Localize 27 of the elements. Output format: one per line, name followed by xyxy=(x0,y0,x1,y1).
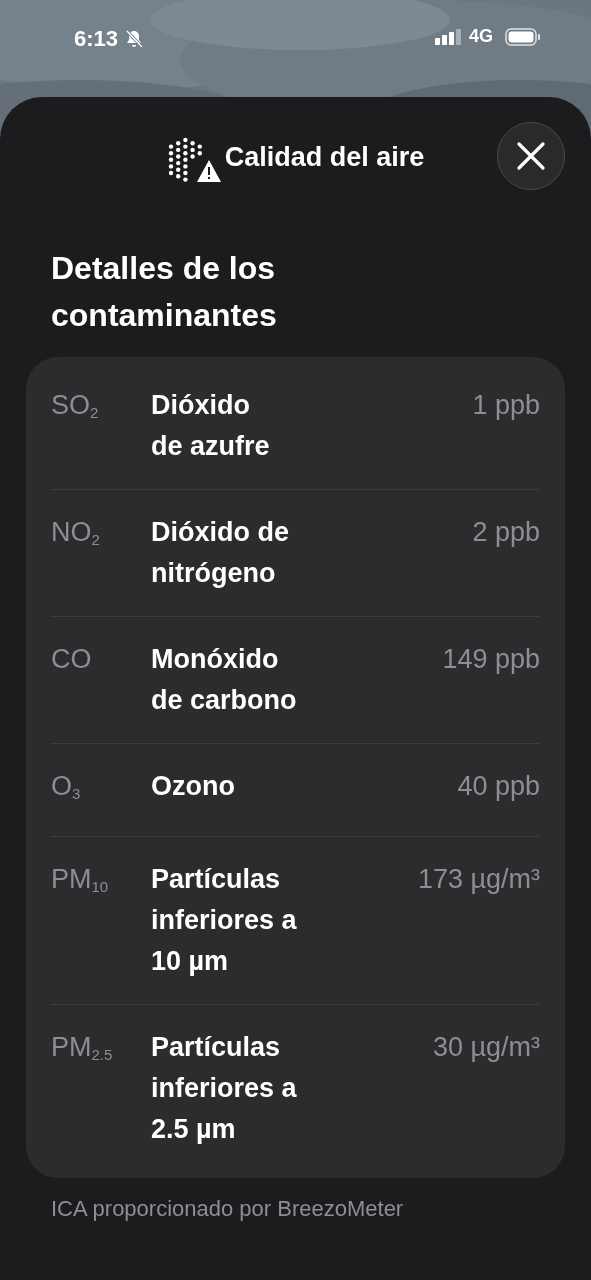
pollutant-value: 40 ppb xyxy=(457,770,540,803)
pollutant-value: 1 ppb xyxy=(472,389,540,422)
status-time: 6:13 xyxy=(74,26,119,52)
pollutant-value: 30 µg/m³ xyxy=(432,1031,540,1064)
signal-icon xyxy=(435,28,463,45)
pollutant-name: Monóxido de carbono xyxy=(151,643,298,717)
pollutant-name: Partículas inferiores a 2.5 µm xyxy=(151,1031,298,1146)
pollutant-symbol: PM$_{10}$ xyxy=(51,863,110,897)
sheet-title: Calidad del aire xyxy=(224,141,425,173)
pollutant-symbol: PM$_{2.5}$ xyxy=(51,1031,114,1065)
pollutant-symbol: CO xyxy=(51,643,93,676)
close-icon xyxy=(516,141,546,171)
pollutant-name: Dióxido de nitrógeno xyxy=(151,516,290,590)
pollutant-value: 149 ppb xyxy=(442,643,540,676)
pollutant-value: 2 ppb xyxy=(472,516,540,549)
section-heading: Detalles de los contaminantes xyxy=(51,249,278,335)
pollutant-name: Dióxido de azufre xyxy=(151,389,271,463)
muted-bell-icon xyxy=(124,29,145,49)
battery-icon xyxy=(505,27,541,46)
pollutant-symbol: O$_{3}$ xyxy=(51,770,82,804)
network-label: 4G xyxy=(469,26,493,47)
pollutant-value: 173 µg/m³ xyxy=(417,863,540,896)
pollutant-symbol: NO$_{2}$ xyxy=(51,516,101,550)
pollutant-name: Ozono xyxy=(151,770,236,803)
attribution-text: ICA proporcionado por BreezoMeter xyxy=(51,1196,405,1222)
pollutant-name: Partículas inferiores a 10 µm xyxy=(151,863,298,978)
pollutant-symbol: SO$_{2}$ xyxy=(51,389,100,423)
